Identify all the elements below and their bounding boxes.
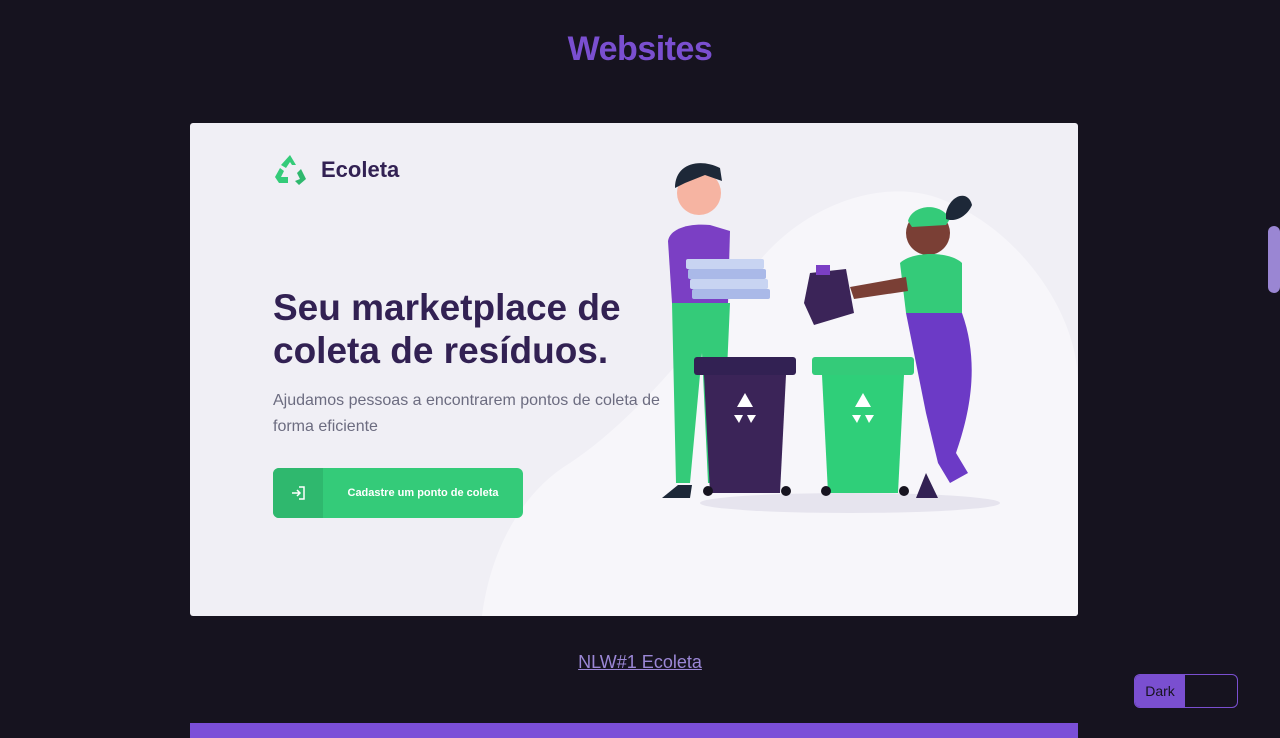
logo-text: Ecoleta [321, 157, 400, 182]
project-link-wrapper: NLW#1 Ecoleta [0, 652, 1280, 673]
portfolio-page: Websites Ecoleta Seu marketplace de cole… [0, 0, 1280, 738]
cta-label: Cadastre um ponto de coleta [347, 487, 499, 499]
section-title: Websites [567, 30, 713, 68]
hero-headline: Seu marketplace de coleta de resíduos. [273, 287, 621, 371]
recycle-icon [275, 155, 306, 185]
theme-toggle[interactable]: Dark [1134, 674, 1238, 708]
hero-subline: Ajudamos pessoas a encontrarem pontos de… [273, 392, 660, 435]
register-collection-point-button[interactable]: Cadastre um ponto de coleta [273, 468, 523, 518]
project-link[interactable]: NLW#1 Ecoleta [578, 652, 702, 672]
project-preview-card[interactable]: Ecoleta Seu marketplace de coleta de res… [190, 123, 1078, 616]
recycling-people-illustration [662, 163, 1000, 513]
next-project-card[interactable] [190, 723, 1078, 738]
theme-toggle-knob: Dark [1135, 675, 1185, 707]
scrollbar-thumb[interactable] [1268, 226, 1280, 293]
ecoleta-logo: Ecoleta [273, 153, 399, 187]
login-arrow-icon [273, 468, 323, 518]
